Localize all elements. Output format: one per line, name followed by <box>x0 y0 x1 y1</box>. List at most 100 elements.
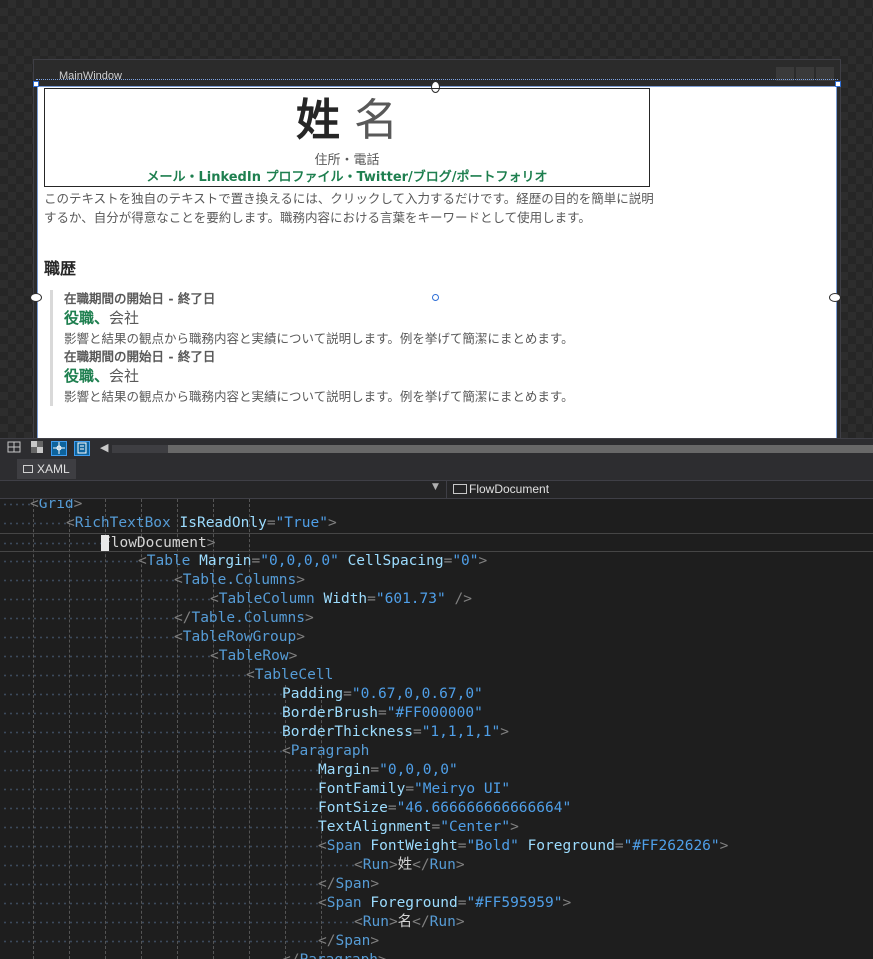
code-token: > <box>478 553 488 569</box>
code-token: "1,1,1,1" <box>421 724 501 740</box>
code-token: < <box>318 895 327 911</box>
code-line[interactable]: BorderThickness="1,1,1,1"> <box>0 723 873 742</box>
code-token: Table <box>146 553 191 569</box>
scrollbar-thumb[interactable] <box>168 445 873 453</box>
code-token: > <box>500 724 509 740</box>
type-dropdown[interactable]: ▼ <box>0 481 444 498</box>
code-token: CellSpacing <box>347 553 444 569</box>
design-surface[interactable]: MainWindow 姓 名 住所・電話 メール・LinkedIn プロファイル… <box>0 0 873 438</box>
code-token: < <box>210 648 219 664</box>
code-token: < <box>354 857 363 873</box>
code-text: TextAlignment="Center"> <box>318 818 519 837</box>
code-line[interactable]: <TableRow> <box>0 647 873 666</box>
snap-lines-icon[interactable] <box>51 441 67 456</box>
code-line[interactable]: <Span FontWeight="Bold" Foreground="#FF2… <box>0 837 873 856</box>
checker-background-icon[interactable] <box>29 441 45 456</box>
code-line[interactable]: <Grid> <box>0 499 873 514</box>
designer-toolbar: ◀ <box>0 438 873 458</box>
code-token: Width <box>323 591 368 607</box>
code-line[interactable]: <Span Foreground="#FF595959"> <box>0 894 873 913</box>
code-token: Run <box>362 857 389 873</box>
code-token: FontSize <box>318 800 388 816</box>
code-line[interactable]: </Paragraph> <box>0 951 873 959</box>
tab-xaml[interactable]: XAML <box>17 459 76 479</box>
code-line[interactable]: TextAlignment="Center"> <box>0 818 873 837</box>
code-token: Padding <box>282 686 344 702</box>
code-line[interactable]: <RichTextBox IsReadOnly="True"> <box>0 514 873 533</box>
code-token: "#FF262626" <box>623 838 720 854</box>
code-token: < <box>282 743 291 759</box>
whitespace-dots <box>0 499 30 514</box>
code-text: <RichTextBox IsReadOnly="True"> <box>66 514 337 533</box>
code-line[interactable]: </Table.Columns> <box>0 609 873 628</box>
code-token: > <box>296 572 305 588</box>
code-line[interactable]: <TableRowGroup> <box>0 628 873 647</box>
code-line[interactable]: Padding="0.67,0,0.67,0" <box>0 685 873 704</box>
code-line[interactable]: </Span> <box>0 932 873 951</box>
code-token: Span <box>326 895 362 911</box>
code-token: "0,0,0,0" <box>260 553 339 569</box>
code-line[interactable]: <Paragraph <box>0 742 873 761</box>
whitespace-dots <box>0 723 282 742</box>
resize-handle-top-right[interactable] <box>835 81 841 87</box>
code-line[interactable]: </Span> <box>0 875 873 894</box>
code-line[interactable]: FlowDocument> <box>0 533 873 553</box>
job-company: 会社 <box>109 367 140 385</box>
chevron-down-icon[interactable]: ▼ <box>432 482 439 492</box>
address-line: 住所・電話 <box>314 153 380 168</box>
summary-paragraph: このテキストを独自のテキストで置き換えるには、クリックして入力するだけです。経歴… <box>44 191 654 225</box>
code-text: <TableCell <box>246 666 333 685</box>
code-token: "Bold" <box>466 838 519 854</box>
margin-anchor-left-icon[interactable] <box>30 293 42 302</box>
code-token: TableColumn <box>218 591 315 607</box>
whitespace-dots <box>0 647 210 666</box>
code-token: RichTextBox <box>74 515 171 531</box>
whitespace-dots <box>0 894 318 913</box>
job-description: 影響と結果の観点から職務内容と実績について説明します。例を挙げて簡潔にまとめます… <box>64 389 574 404</box>
code-token: "Meiryo UI" <box>414 781 511 797</box>
code-line[interactable]: <TableCell <box>0 666 873 685</box>
code-token: = <box>412 724 422 740</box>
code-line[interactable]: Margin="0,0,0,0" <box>0 761 873 780</box>
code-token: Table.Columns <box>191 610 305 626</box>
code-token: > <box>455 857 465 873</box>
code-line[interactable]: <Table.Columns> <box>0 571 873 590</box>
margin-anchor-right-icon[interactable] <box>829 293 841 302</box>
code-token: > <box>378 952 387 959</box>
code-token: > <box>562 895 572 911</box>
code-line[interactable]: <Table Margin="0,0,0,0" CellSpacing="0"> <box>0 552 873 571</box>
code-text: <Paragraph <box>282 742 369 761</box>
code-token: > <box>388 914 398 930</box>
code-line[interactable]: <Run>姓</Run> <box>0 856 873 875</box>
code-token: > <box>206 535 216 551</box>
whitespace-dots <box>0 590 210 609</box>
code-token: </ <box>174 610 192 626</box>
code-line[interactable]: <Run>名</Run> <box>0 913 873 932</box>
element-dropdown[interactable]: FlowDocument <box>446 481 873 498</box>
xaml-code-editor[interactable]: <Grid> <RichTextBox IsReadOnly="True"> Flo… <box>0 499 873 959</box>
code-token: = <box>370 762 380 778</box>
code-line[interactable]: FontSize="46.666666666666664" <box>0 799 873 818</box>
first-name: 名 <box>354 95 398 146</box>
code-token: </ <box>412 857 430 873</box>
code-token: = <box>387 800 397 816</box>
code-token: "True" <box>275 515 328 531</box>
resize-handle-top-left[interactable] <box>33 81 39 87</box>
code-line[interactable]: BorderBrush="#FF000000" <box>0 704 873 723</box>
horizontal-scrollbar[interactable] <box>112 445 873 453</box>
code-token: = <box>251 553 261 569</box>
grid-toggle-icon[interactable] <box>6 441 22 456</box>
code-line[interactable]: FontFamily="Meiryo UI" <box>0 780 873 799</box>
job-list: 在職期間の開始日 - 終了日 役職、会社 影響と結果の観点から職務内容と実績につ… <box>50 290 610 406</box>
code-token: Grid <box>38 499 74 512</box>
code-line[interactable]: <TableColumn Width="601.73" /> <box>0 590 873 609</box>
job-company: 会社 <box>109 309 140 327</box>
code-token: /> <box>454 591 472 607</box>
snap-grid-icon[interactable] <box>74 441 90 456</box>
code-text: FontSize="46.666666666666664" <box>318 799 571 818</box>
code-token: > <box>327 515 337 531</box>
scroll-left-icon[interactable]: ◀ <box>100 441 108 454</box>
